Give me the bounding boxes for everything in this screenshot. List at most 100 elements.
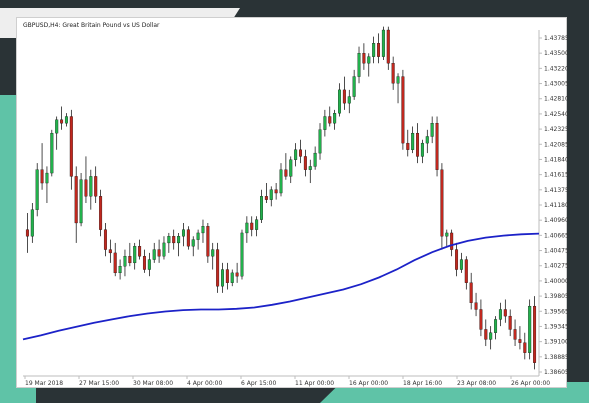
- candle-bear: [435, 123, 439, 170]
- chart-title: GBPUSD,H4: Great Britain Pound vs US Dol…: [23, 22, 160, 29]
- candle-bull: [498, 309, 502, 320]
- candle-bear: [484, 329, 488, 340]
- y-tick-label: 1.42325: [544, 126, 568, 133]
- candle-bear: [508, 315, 512, 330]
- candle-bear: [40, 169, 44, 184]
- candle-bull: [191, 239, 195, 247]
- y-tick-label: 1.43500: [544, 50, 568, 57]
- candle-bull: [420, 142, 424, 157]
- x-tick-label: 19 Mar 2018: [25, 380, 63, 387]
- candle-bull: [347, 96, 351, 104]
- chart-window: GBPUSD,H4: Great Britain Pound vs US Dol…: [16, 17, 568, 388]
- candle-bull: [181, 229, 185, 237]
- y-tick-label: 1.43785: [544, 35, 568, 42]
- x-tick-label: 11 Apr 00:00: [295, 380, 334, 387]
- candle-bull: [123, 256, 127, 267]
- candle-bull: [294, 149, 298, 160]
- candle-bear: [225, 269, 229, 283]
- x-tick-label: 30 Mar 08:00: [133, 380, 173, 387]
- candle-bear: [406, 142, 410, 150]
- candle-bull: [269, 189, 273, 200]
- candle-bull: [55, 119, 59, 134]
- candle-bull: [177, 236, 181, 244]
- candle-bull: [338, 89, 342, 114]
- candle-bull: [411, 132, 415, 150]
- candle-bear: [206, 226, 210, 257]
- candle-bull: [79, 179, 83, 224]
- y-tick-label: 1.39345: [544, 323, 568, 330]
- candle-bear: [386, 29, 390, 64]
- candle-bear: [377, 43, 381, 57]
- candle-bear: [474, 302, 478, 310]
- y-tick-label: 1.43005: [544, 81, 568, 88]
- y-tick-label: 1.42810: [544, 96, 568, 103]
- candle-bear: [391, 63, 395, 84]
- y-tick-label: 1.41840: [544, 156, 568, 163]
- candle-bull: [45, 172, 49, 184]
- candle-bear: [142, 256, 146, 270]
- candle-bull: [147, 259, 151, 270]
- candle-bear: [84, 179, 88, 197]
- candle-bull: [211, 249, 215, 257]
- candle-bull: [279, 169, 283, 194]
- candle-bear: [303, 156, 307, 170]
- candle-bull: [445, 232, 449, 237]
- candle-bull: [289, 159, 293, 177]
- candle-bull: [230, 272, 234, 283]
- candle-bear: [440, 169, 444, 237]
- candle-bull: [152, 249, 156, 260]
- y-tick-label: 1.42540: [544, 111, 568, 118]
- y-tick-label: 1.39100: [544, 339, 568, 346]
- y-tick-label: 1.42085: [544, 141, 568, 148]
- candle-bear: [299, 149, 302, 157]
- x-tick-label: 4 Apr 00:00: [187, 380, 222, 387]
- candle-bull: [494, 319, 498, 333]
- candle-bear: [216, 249, 220, 287]
- candle-bull: [396, 76, 400, 84]
- y-tick-label: 1.40275: [544, 263, 568, 270]
- candle-bull: [367, 56, 371, 64]
- candle-bull: [118, 266, 122, 274]
- candle-bull: [323, 116, 327, 130]
- candle-bear: [469, 282, 473, 303]
- candle-bear: [533, 305, 537, 363]
- candle-bear: [128, 256, 132, 264]
- candle-bull: [357, 53, 361, 77]
- candle-bear: [235, 272, 239, 277]
- candle-bull: [64, 116, 68, 124]
- candle-bear: [274, 189, 278, 194]
- candle-bull: [255, 219, 259, 230]
- candle-bear: [362, 53, 366, 64]
- y-tick-label: 1.43220: [544, 65, 568, 72]
- candle-bull: [308, 166, 312, 170]
- x-tick-label: 16 Apr 00:00: [349, 380, 388, 387]
- x-tick-label: 23 Apr 08:00: [457, 380, 496, 387]
- candle-bear: [342, 89, 346, 104]
- candle-bull: [459, 259, 463, 270]
- y-tick-label: 1.41375: [544, 187, 568, 194]
- y-tick-label: 1.40960: [544, 217, 568, 224]
- candle-bull: [35, 169, 39, 210]
- candle-bear: [455, 249, 459, 270]
- candle-bull: [50, 132, 54, 174]
- y-tick-label: 1.38885: [544, 354, 568, 361]
- candle-bear: [186, 229, 190, 247]
- candle-bull: [30, 209, 34, 237]
- candle-bear: [523, 342, 527, 353]
- candle-bear: [157, 249, 161, 257]
- x-tick-label: 18 Apr 16:00: [403, 380, 442, 387]
- candle-bear: [401, 76, 405, 144]
- y-tick-label: 1.40665: [544, 232, 568, 239]
- candle-bear: [60, 119, 64, 124]
- candle-bear: [99, 196, 103, 230]
- candle-bull: [167, 236, 171, 244]
- candle-bull: [89, 176, 93, 197]
- candle-bear: [103, 229, 107, 250]
- candle-bull: [381, 29, 385, 57]
- moving-average-line: [22, 232, 540, 341]
- candle-bear: [69, 116, 73, 177]
- y-tick-label: 1.39805: [544, 293, 568, 300]
- candle-bull: [425, 136, 429, 144]
- candle-bear: [264, 196, 268, 200]
- y-tick-label: 1.38605: [544, 369, 568, 376]
